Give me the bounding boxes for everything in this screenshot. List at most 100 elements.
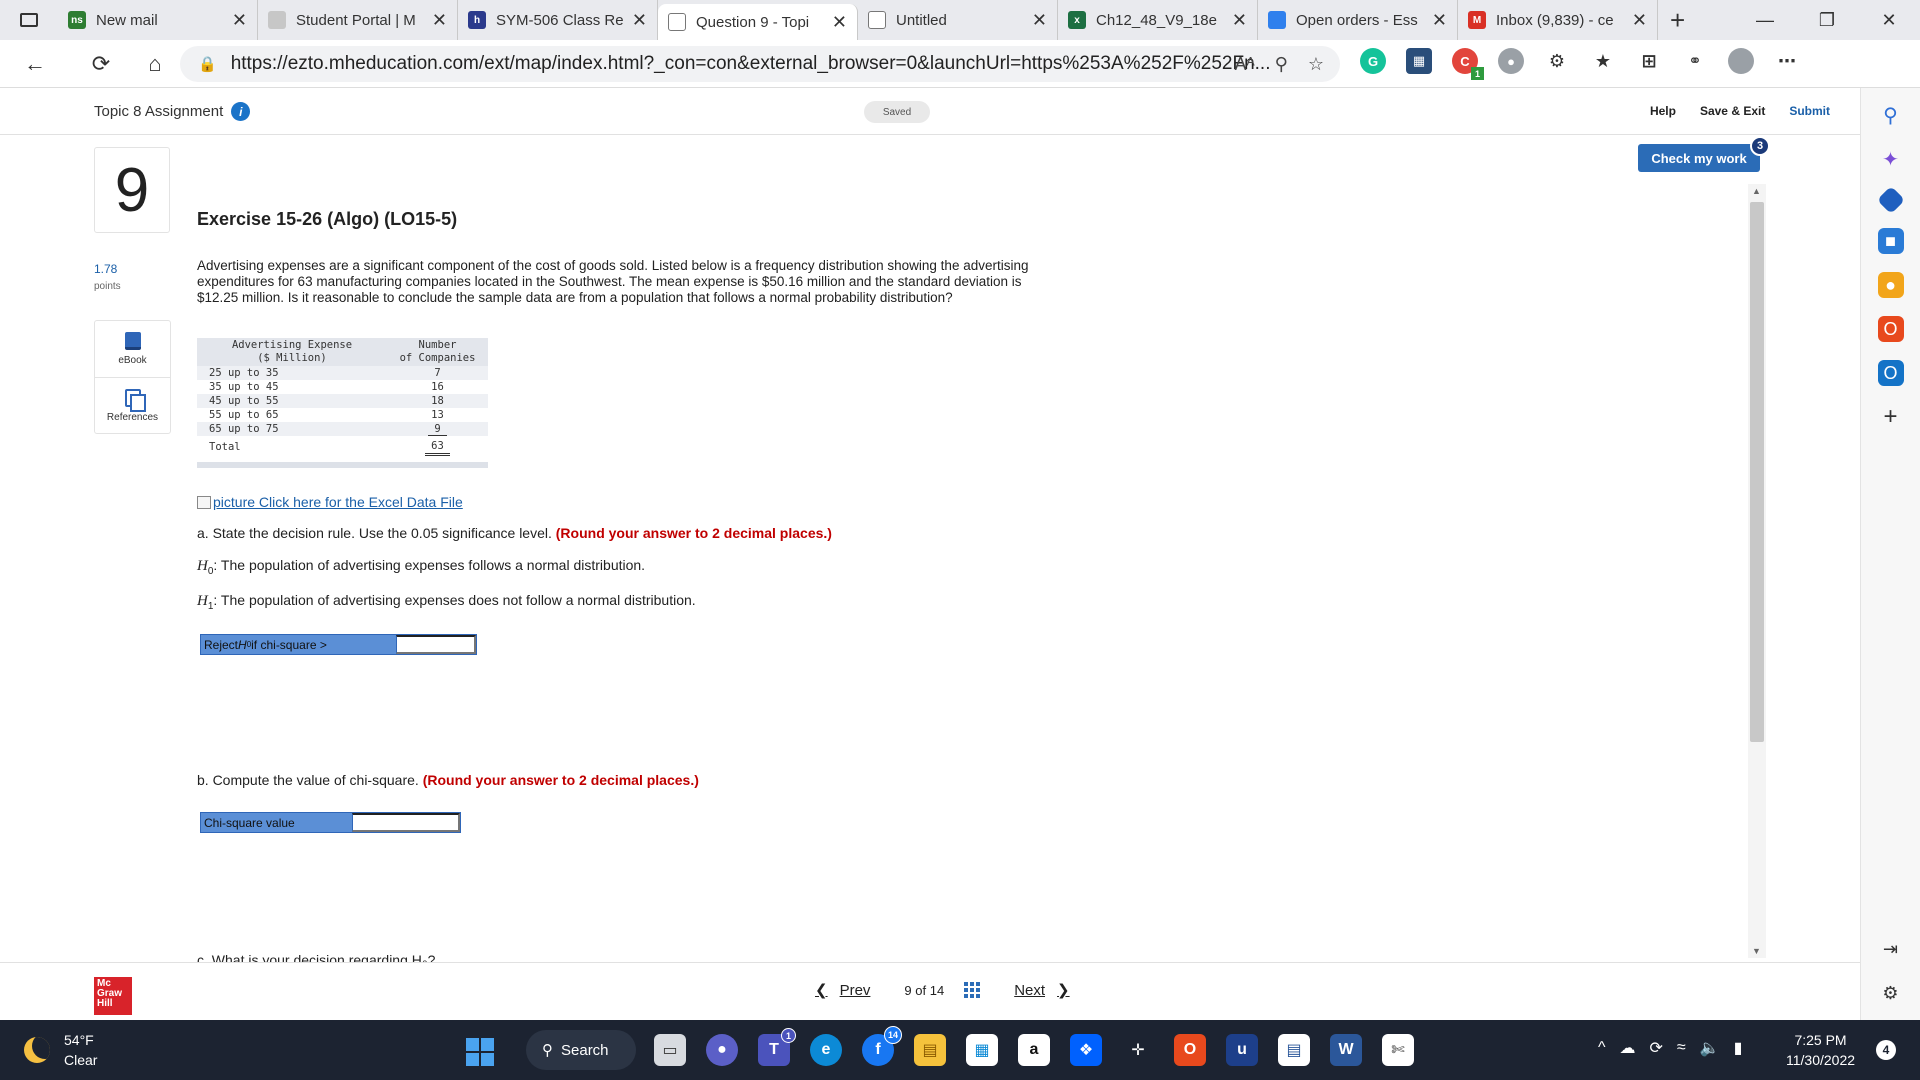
amazon-icon[interactable]: a [1018, 1034, 1050, 1066]
excel-link-text: picture Click here for the Excel Data Fi… [213, 494, 463, 510]
scrollbar-thumb[interactable] [1750, 202, 1764, 742]
extension-badge-icon[interactable]: C1 [1452, 48, 1484, 80]
shopping-icon[interactable] [1876, 185, 1905, 215]
close-tab-icon[interactable]: ✕ [1032, 10, 1047, 31]
edge-icon[interactable]: e [810, 1034, 842, 1066]
clock[interactable]: 7:25 PM 11/30/2022 [1786, 1030, 1855, 1070]
browser-tab[interactable]: Student Portal | M ✕ [258, 0, 458, 40]
check-my-work-button[interactable]: Check my work 3 [1638, 136, 1770, 172]
new-tab-icon[interactable]: + [1670, 5, 1685, 36]
close-tab-icon[interactable]: ✕ [832, 12, 847, 33]
snipping-tool-icon[interactable]: ✄ [1382, 1034, 1414, 1066]
sidebar-settings-icon[interactable]: ⚙ [1878, 980, 1904, 1006]
favorites-icon[interactable]: ★ [1590, 48, 1616, 74]
office-app-icon[interactable]: O [1174, 1034, 1206, 1066]
extensions-puzzle-icon[interactable]: ⚙ [1544, 48, 1570, 74]
excel-data-link[interactable]: picture Click here for the Excel Data Fi… [197, 494, 463, 510]
scroll-up-icon[interactable]: ▲ [1752, 186, 1761, 196]
browser-tab[interactable]: Question 9 - Topi ✕ [658, 4, 858, 40]
info-icon[interactable]: i [231, 102, 251, 121]
browser-tab[interactable]: Open orders - Ess ✕ [1258, 0, 1458, 40]
browser-tab[interactable]: h SYM-506 Class Re ✕ [458, 0, 658, 40]
more-options-icon[interactable]: ⋯ [1774, 48, 1800, 74]
minimize-icon[interactable]: — [1734, 10, 1796, 31]
shield-icon[interactable]: ● [1498, 48, 1524, 74]
close-tab-icon[interactable]: ✕ [1432, 10, 1447, 31]
extension-icon[interactable]: ▦ [1406, 48, 1432, 74]
question-pager: ❮ Prev 9 of 14 Next ❯ [815, 981, 1070, 1000]
submit-link[interactable]: Submit [1789, 104, 1830, 118]
next-button[interactable]: Next ❯ [1014, 981, 1069, 1000]
refresh-icon[interactable]: ⟳ [80, 51, 122, 77]
prev-button[interactable]: ❮ Prev [815, 981, 870, 1000]
start-icon[interactable] [466, 1038, 494, 1066]
tab-actions-icon[interactable] [20, 13, 38, 27]
task-view-icon[interactable]: ▭ [654, 1034, 686, 1066]
tab-list: ns New mail ✕ Student Portal | M ✕ h SYM-506 C… [58, 0, 1658, 40]
grammarly-icon[interactable]: G [1360, 48, 1386, 74]
add-favorite-icon[interactable]: ☆ [1308, 54, 1324, 75]
wifi-icon[interactable]: ≈ [1677, 1039, 1686, 1057]
word-icon[interactable]: W [1330, 1034, 1362, 1066]
tools-icon[interactable]: ■ [1877, 228, 1904, 254]
home-icon[interactable]: ⌂ [134, 51, 176, 77]
total-value: 63 [425, 439, 450, 456]
close-tab-icon[interactable]: ✕ [232, 10, 247, 31]
zoom-icon[interactable]: ⚲ [1275, 54, 1288, 75]
content-scrollbar[interactable]: ▲ ▼ [1748, 184, 1766, 958]
browser-tab[interactable]: ns New mail ✕ [58, 0, 258, 40]
help-link[interactable]: Help [1650, 104, 1676, 118]
facebook-icon[interactable]: f 14 [862, 1026, 902, 1066]
performance-icon[interactable]: ⚭ [1682, 48, 1708, 74]
close-tab-icon[interactable]: ✕ [1632, 10, 1647, 31]
office-icon[interactable]: O [1877, 316, 1904, 342]
scroll-down-icon[interactable]: ▼ [1752, 946, 1761, 956]
chi-square-input[interactable] [352, 813, 460, 832]
games-icon[interactable]: ● [1877, 272, 1904, 298]
discover-icon[interactable]: ✦ [1878, 146, 1904, 172]
ebook-button[interactable]: eBook [95, 321, 170, 377]
dropbox-icon[interactable]: ❖ [1070, 1034, 1102, 1066]
teams-chat-icon[interactable]: ● [706, 1034, 738, 1066]
tab-favicon-icon [268, 11, 286, 29]
range-cell: 35 up to 45 [209, 381, 279, 393]
read-aloud-icon[interactable]: Aᴬ [1235, 54, 1255, 75]
close-tab-icon[interactable]: ✕ [1232, 10, 1247, 31]
app-icon[interactable]: ✛ [1122, 1034, 1154, 1066]
notification-badge[interactable]: 4 [1876, 1040, 1896, 1060]
taskbar-search[interactable]: ⚲ Search [526, 1030, 636, 1070]
shield-app-icon[interactable]: u [1226, 1034, 1258, 1066]
browser-tab[interactable]: Untitled ✕ [858, 0, 1058, 40]
restore-icon[interactable]: ❐ [1796, 10, 1858, 31]
add-sidebar-icon[interactable]: + [1878, 403, 1904, 430]
address-bar[interactable]: 🔒 https://ezto.mheducation.com/ext/map/i… [180, 46, 1340, 82]
search-sidebar-icon[interactable]: ⚲ [1878, 102, 1904, 128]
back-icon[interactable]: ← [14, 51, 56, 77]
cloud-icon[interactable]: ☁ [1620, 1038, 1636, 1058]
save-exit-link[interactable]: Save & Exit [1700, 104, 1765, 118]
teams-icon[interactable]: T1 [758, 1028, 796, 1066]
weather-widget[interactable]: 54°F Clear [24, 1030, 97, 1070]
question-grid-icon[interactable] [964, 982, 981, 998]
decision-rule-input[interactable] [396, 635, 476, 654]
hide-sidebar-icon[interactable]: ⇥ [1878, 936, 1904, 962]
close-tab-icon[interactable]: ✕ [632, 10, 647, 31]
browser-tab[interactable]: M Inbox (9,839) - ce ✕ [1458, 0, 1658, 40]
outlook-icon[interactable]: O [1877, 360, 1904, 386]
lock-icon[interactable]: 🔒 [198, 55, 217, 73]
tab-favicon-icon: ns [68, 11, 86, 29]
battery-icon[interactable]: ▮ [1734, 1038, 1743, 1058]
profile-avatar[interactable] [1728, 48, 1754, 74]
sync-icon[interactable]: ⟳ [1650, 1038, 1663, 1058]
document-app-icon[interactable]: ▤ [1278, 1034, 1310, 1066]
close-tab-icon[interactable]: ✕ [432, 10, 447, 31]
table-row: 55 up to 65 13 [197, 408, 488, 422]
collections-icon[interactable]: ⊞ [1636, 48, 1662, 74]
file-explorer-icon[interactable]: ▤ [914, 1034, 946, 1066]
browser-tab[interactable]: x Ch12_48_V9_18e ✕ [1058, 0, 1258, 40]
volume-icon[interactable]: 🔈 [1700, 1038, 1720, 1058]
references-button[interactable]: References [95, 377, 170, 433]
microsoft-store-icon[interactable]: ▦ [966, 1034, 998, 1066]
close-window-icon[interactable]: ✕ [1858, 10, 1920, 31]
tray-overflow-icon[interactable]: ^ [1598, 1039, 1606, 1057]
